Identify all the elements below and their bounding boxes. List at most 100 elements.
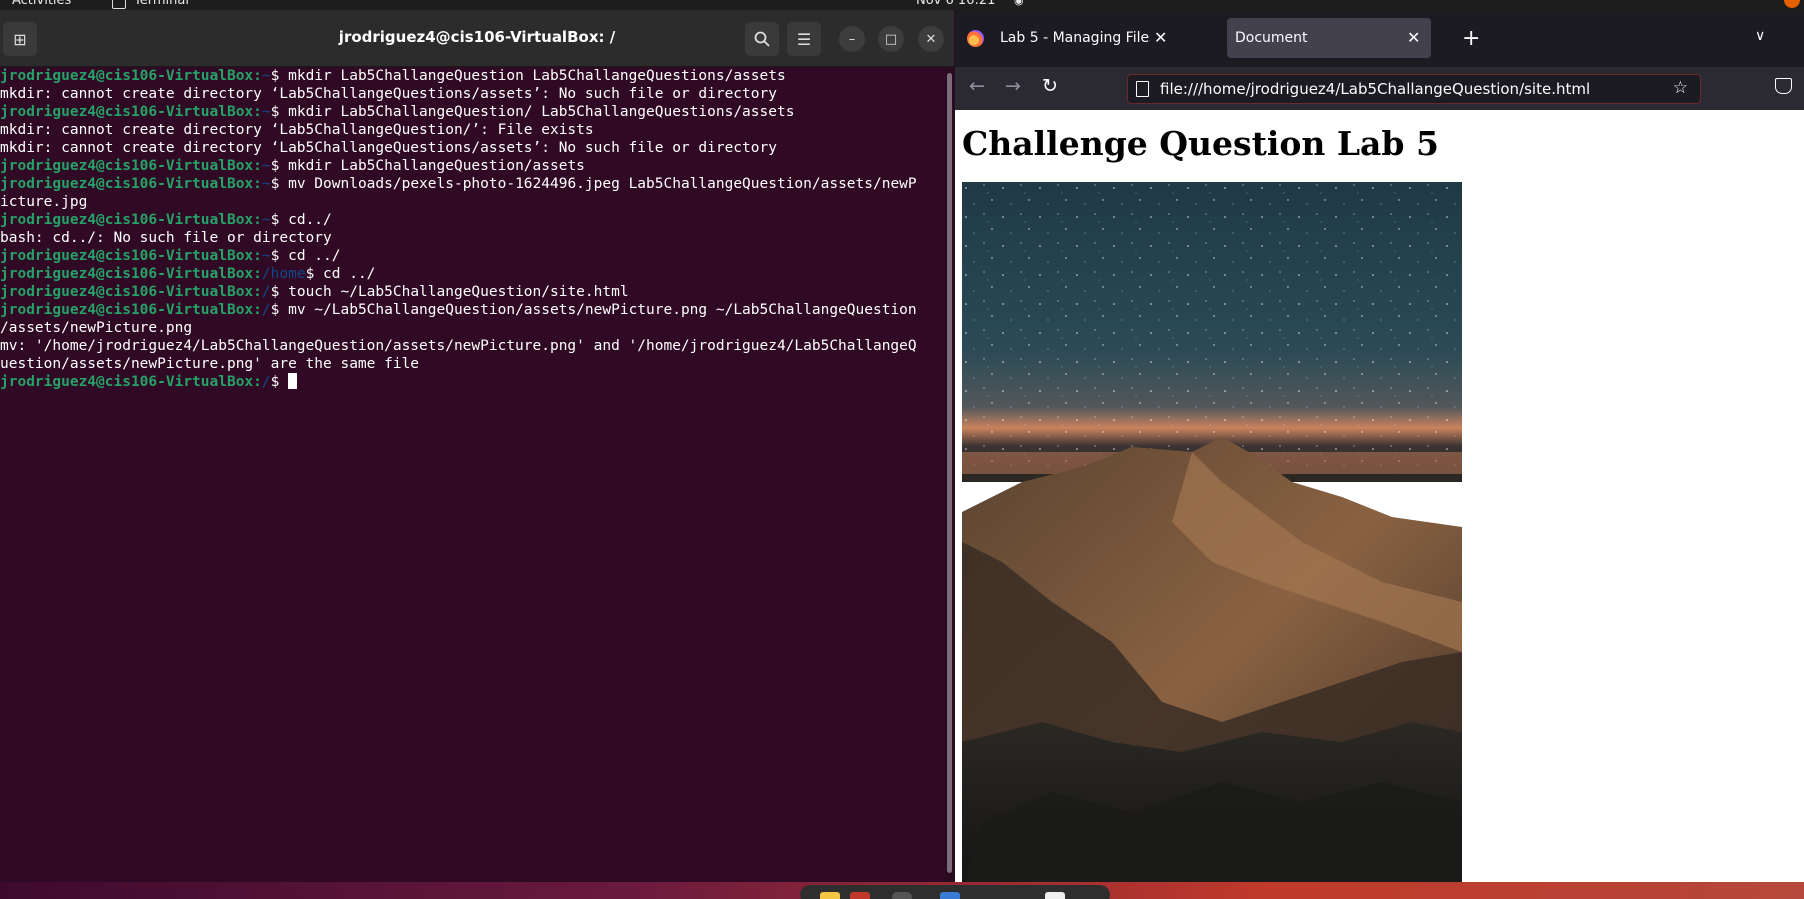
forward-arrow-icon[interactable]: → bbox=[1005, 75, 1021, 97]
output-text: bash: cd../: No such file or directory bbox=[0, 230, 332, 246]
output-text: uestion/assets/newPicture.png' are the s… bbox=[0, 356, 420, 372]
prompt-user: jrodriguez4@cis106-VirtualBox bbox=[0, 104, 254, 120]
scrollbar-thumb[interactable] bbox=[947, 73, 952, 873]
output-text: mkdir: cannot create directory ‘Lab5Chal… bbox=[0, 86, 777, 102]
prompt-colon: : bbox=[253, 374, 262, 390]
terminal-line: jrodriguez4@cis106-VirtualBox:/$ bbox=[0, 373, 946, 391]
prompt-path: ~ bbox=[261, 104, 271, 120]
terminal-line: icture.jpg bbox=[0, 193, 946, 211]
firefox-window: Lab 5 - Managing Files and D ✕ Document … bbox=[955, 10, 1804, 882]
prompt-user: jrodriguez4@cis106-VirtualBox bbox=[0, 176, 254, 192]
minimize-icon[interactable]: – bbox=[839, 26, 865, 52]
terminal-header-bar: ⊞ jrodriguez4@cis106-VirtualBox: / ☰ – □… bbox=[0, 10, 954, 67]
prompt-colon: : bbox=[253, 302, 262, 318]
prompt-user: jrodriguez4@cis106-VirtualBox bbox=[0, 374, 254, 390]
maximize-icon[interactable]: □ bbox=[878, 26, 904, 52]
url-input[interactable]: file:///home/jrodriguez4/Lab5ChallangeQu… bbox=[1160, 80, 1590, 98]
terminal-line: mkdir: cannot create directory ‘Lab5Chal… bbox=[0, 85, 946, 103]
prompt-path: / bbox=[261, 284, 271, 300]
reload-icon[interactable]: ↻ bbox=[1042, 75, 1058, 97]
prompt-user: jrodriguez4@cis106-VirtualBox bbox=[0, 248, 254, 264]
list-all-tabs-icon[interactable]: ∨ bbox=[1755, 28, 1765, 44]
terminal-line: jrodriguez4@cis106-VirtualBox:~$ mkdir L… bbox=[0, 103, 946, 121]
prompt-user: jrodriguez4@cis106-VirtualBox bbox=[0, 266, 254, 282]
terminal-scrollbar[interactable] bbox=[946, 67, 954, 882]
prompt-colon: : bbox=[253, 104, 262, 120]
command-text: mkdir Lab5ChallangeQuestion/ Lab5Challan… bbox=[279, 104, 795, 120]
navigation-toolbar: ← → ↻ file:///home/jrodriguez4/Lab5Chall… bbox=[955, 67, 1804, 110]
command-text: cd ../ bbox=[314, 266, 376, 282]
app-icon[interactable] bbox=[850, 892, 870, 899]
prompt-path: ~ bbox=[261, 212, 271, 228]
prompt-colon: : bbox=[253, 212, 262, 228]
terminal-line: jrodriguez4@cis106-VirtualBox:~$ mkdir L… bbox=[0, 157, 946, 175]
prompt-colon: : bbox=[253, 68, 262, 84]
output-text: mkdir: cannot create directory ‘Lab5Chal… bbox=[0, 140, 777, 156]
terminal-output[interactable]: jrodriguez4@cis106-VirtualBox:~$ mkdir L… bbox=[0, 67, 946, 882]
url-bar[interactable]: file:///home/jrodriguez4/Lab5ChallangeQu… bbox=[1127, 74, 1701, 104]
tab-strip: Lab 5 - Managing Files and D ✕ Document … bbox=[955, 10, 1804, 67]
command-text bbox=[279, 374, 288, 390]
prompt-path: ~ bbox=[261, 158, 271, 174]
prompt-colon: : bbox=[253, 176, 262, 192]
pocket-icon[interactable] bbox=[1775, 78, 1792, 94]
terminal-line: jrodriguez4@cis106-VirtualBox:~$ cd ../ bbox=[0, 247, 946, 265]
terminal-line: jrodriguez4@cis106-VirtualBox:~$ mv Down… bbox=[0, 175, 946, 193]
hamburger-menu-icon[interactable]: ☰ bbox=[787, 22, 821, 56]
page-content: Challenge Question Lab 5 bbox=[955, 110, 1804, 882]
new-tab-button[interactable]: + bbox=[1462, 26, 1480, 51]
command-text: mv ~/Lab5ChallangeQuestion/assets/newPic… bbox=[279, 302, 917, 318]
terminal-line: /assets/newPicture.png bbox=[0, 319, 946, 337]
terminal-line: jrodriguez4@cis106-VirtualBox:~$ mkdir L… bbox=[0, 67, 946, 85]
active-app-menu[interactable]: Terminal bbox=[134, 0, 189, 8]
prompt-colon: : bbox=[253, 284, 262, 300]
prompt-path: / bbox=[261, 374, 271, 390]
terminal-window: ⊞ jrodriguez4@cis106-VirtualBox: / ☰ – □… bbox=[0, 10, 954, 882]
close-tab-icon[interactable]: ✕ bbox=[1154, 28, 1167, 47]
output-text: mkdir: cannot create directory ‘Lab5Chal… bbox=[0, 122, 594, 138]
tab-lab5[interactable]: Lab 5 - Managing Files and D ✕ bbox=[1000, 18, 1170, 58]
terminal-line: jrodriguez4@cis106-VirtualBox:/$ touch ~… bbox=[0, 283, 946, 301]
search-icon[interactable] bbox=[745, 22, 779, 56]
prompt-path: /home bbox=[261, 266, 306, 282]
command-text: cd../ bbox=[279, 212, 332, 228]
terminal-line: jrodriguez4@cis106-VirtualBox:/home$ cd … bbox=[0, 265, 946, 283]
output-text: icture.jpg bbox=[0, 194, 88, 210]
prompt-path: ~ bbox=[261, 176, 271, 192]
tab-document[interactable]: Document ✕ bbox=[1227, 18, 1431, 58]
close-icon[interactable]: ✕ bbox=[918, 26, 944, 52]
notification-bell-icon: ◉ bbox=[1014, 0, 1024, 7]
clock[interactable]: Nov 6 16:21 bbox=[916, 0, 995, 8]
files-icon[interactable] bbox=[820, 892, 840, 899]
prompt-path: ~ bbox=[261, 68, 271, 84]
system-top-bar: Activities Terminal Nov 6 16:21 ◉ bbox=[0, 0, 1804, 10]
terminal-line: bash: cd../: No such file or directory bbox=[0, 229, 946, 247]
prompt-colon: : bbox=[253, 158, 262, 174]
prompt-colon: : bbox=[253, 266, 262, 282]
activities-button[interactable]: Activities bbox=[12, 0, 71, 8]
prompt-path: / bbox=[261, 302, 271, 318]
firefox-view-icon[interactable] bbox=[967, 30, 984, 47]
tab-label: Document bbox=[1235, 30, 1308, 46]
prompt-path: ~ bbox=[261, 248, 271, 264]
app-icon[interactable] bbox=[940, 892, 960, 899]
command-text: touch ~/Lab5ChallangeQuestion/site.html bbox=[279, 284, 629, 300]
page-heading: Challenge Question Lab 5 bbox=[962, 124, 1439, 163]
terminal-line: uestion/assets/newPicture.png' are the s… bbox=[0, 355, 946, 373]
command-text: mkdir Lab5ChallangeQuestion Lab5Challang… bbox=[279, 68, 786, 84]
prompt-colon: : bbox=[253, 248, 262, 264]
close-tab-icon[interactable]: ✕ bbox=[1407, 28, 1420, 47]
command-text: mv Downloads/pexels-photo-1624496.jpeg L… bbox=[279, 176, 917, 192]
prompt-user: jrodriguez4@cis106-VirtualBox bbox=[0, 158, 254, 174]
prompt-user: jrodriguez4@cis106-VirtualBox bbox=[0, 284, 254, 300]
app-icon[interactable] bbox=[1045, 892, 1065, 899]
page-icon bbox=[1136, 81, 1149, 97]
terminal-line: jrodriguez4@cis106-VirtualBox:/$ mv ~/La… bbox=[0, 301, 946, 319]
command-text: mkdir Lab5ChallangeQuestion/assets bbox=[279, 158, 585, 174]
prompt-user: jrodriguez4@cis106-VirtualBox bbox=[0, 68, 254, 84]
terminal-line: jrodriguez4@cis106-VirtualBox:~$ cd../ bbox=[0, 211, 946, 229]
terminal-dock-icon[interactable] bbox=[892, 892, 912, 899]
back-arrow-icon[interactable]: ← bbox=[969, 75, 985, 97]
prompt-dollar: $ bbox=[305, 266, 315, 282]
bookmark-star-icon[interactable]: ☆ bbox=[1673, 78, 1688, 98]
